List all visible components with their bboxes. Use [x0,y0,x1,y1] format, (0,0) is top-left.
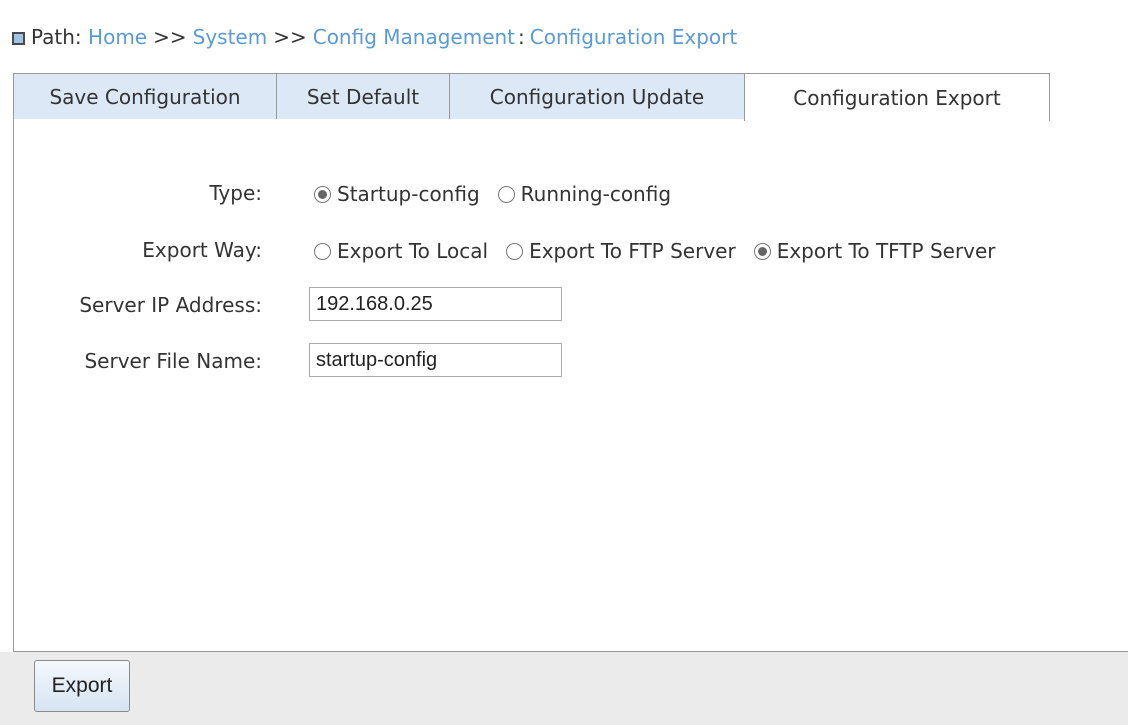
export-to-ftp-radio[interactable] [506,242,524,260]
path-label: Path: [31,25,82,49]
export-way-label: Export Way: [142,238,262,262]
export-to-tftp-label: Export To TFTP Server [776,239,996,263]
server-file-name-input[interactable] [309,343,562,377]
tab-bar: Save Configuration Set Default Configura… [13,73,1050,121]
running-config-radio[interactable] [497,185,515,203]
export-to-tftp-radio[interactable] [753,242,771,260]
breadcrumb-separator: >> [273,25,307,49]
export-to-tftp-option[interactable]: Export To TFTP Server [753,239,996,263]
breadcrumb: Path: Home >> System >> Config Management: Co… [12,22,737,52]
breadcrumb-config-management-link[interactable]: Config Management [313,25,515,49]
server-ip-label: Server IP Address: [79,293,262,317]
export-button[interactable]: Export [34,660,130,712]
export-to-local-label: Export To Local [337,239,489,263]
export-to-ftp-label: Export To FTP Server [529,239,736,263]
export-way-radio-group: Export To Local Export To FTP Server Exp… [314,239,1014,263]
export-to-local-option[interactable]: Export To Local [314,239,488,263]
running-config-label: Running-config [520,182,672,206]
action-bar [0,652,1128,725]
server-ip-input[interactable] [309,287,562,321]
startup-config-label: Startup-config [337,182,480,206]
tab-set-default[interactable]: Set Default [276,73,450,119]
breadcrumb-colon: : [518,25,525,49]
breadcrumb-separator: >> [153,25,187,49]
tab-configuration-update[interactable]: Configuration Update [449,73,745,119]
breadcrumb-current-page[interactable]: Configuration Export [530,25,737,49]
breadcrumb-home-link[interactable]: Home [88,25,147,49]
server-file-name-label: Server File Name: [84,349,262,373]
startup-config-option[interactable]: Startup-config [314,182,480,206]
tab-save-configuration[interactable]: Save Configuration [13,73,277,119]
path-square-icon [12,32,25,45]
export-to-local-radio[interactable] [314,242,331,260]
export-to-ftp-option[interactable]: Export To FTP Server [506,239,736,263]
type-label: Type: [209,181,262,205]
breadcrumb-system-link[interactable]: System [193,25,268,49]
type-radio-group: Startup-config Running-config [314,182,689,206]
running-config-option[interactable]: Running-config [497,182,672,206]
tab-configuration-export[interactable]: Configuration Export [744,73,1050,121]
startup-config-radio[interactable] [314,185,331,203]
